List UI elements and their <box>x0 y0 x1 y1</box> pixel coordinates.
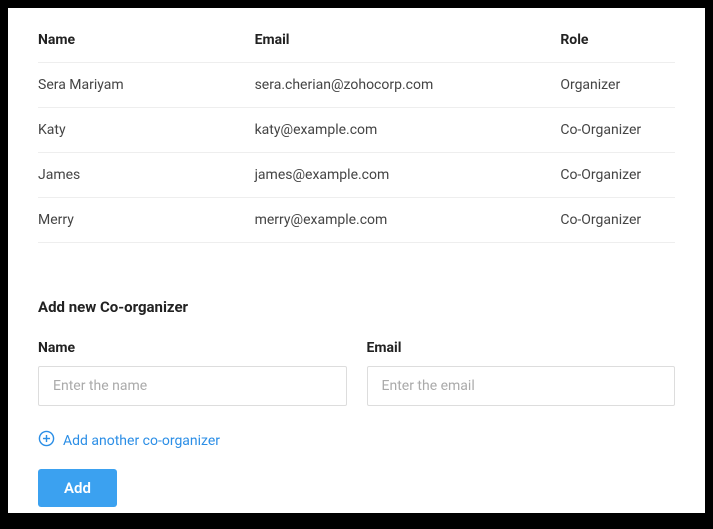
header-role: Role <box>560 32 675 63</box>
organizer-panel: Name Email Role Sera Mariyam sera.cheria… <box>8 8 705 513</box>
cell-role: Co-Organizer <box>560 198 675 243</box>
email-input[interactable] <box>367 366 676 406</box>
email-label: Email <box>367 340 676 356</box>
cell-email: james@example.com <box>255 153 561 198</box>
cell-email: katy@example.com <box>255 108 561 153</box>
header-email: Email <box>255 32 561 63</box>
form-title: Add new Co-organizer <box>38 298 675 316</box>
table-row: Katy katy@example.com Co-Organizer <box>38 108 675 153</box>
table-row: Merry merry@example.com Co-Organizer <box>38 198 675 243</box>
cell-role: Organizer <box>560 63 675 108</box>
organizer-table: Name Email Role Sera Mariyam sera.cheria… <box>38 32 675 243</box>
table-row: James james@example.com Co-Organizer <box>38 153 675 198</box>
add-another-label: Add another co-organizer <box>63 433 220 449</box>
cell-email: sera.cherian@zohocorp.com <box>255 63 561 108</box>
name-label: Name <box>38 340 347 356</box>
cell-role: Co-Organizer <box>560 108 675 153</box>
header-name: Name <box>38 32 255 63</box>
cell-name: Merry <box>38 198 255 243</box>
add-another-link[interactable]: Add another co-organizer <box>38 430 675 451</box>
cell-email: merry@example.com <box>255 198 561 243</box>
table-row: Sera Mariyam sera.cherian@zohocorp.com O… <box>38 63 675 108</box>
cell-name: Sera Mariyam <box>38 63 255 108</box>
cell-name: Katy <box>38 108 255 153</box>
add-coorganizer-form: Add new Co-organizer Name Email Add anot… <box>38 298 675 507</box>
cell-name: James <box>38 153 255 198</box>
cell-role: Co-Organizer <box>560 153 675 198</box>
name-input[interactable] <box>38 366 347 406</box>
plus-circle-icon <box>38 430 55 451</box>
add-button[interactable]: Add <box>38 469 117 507</box>
